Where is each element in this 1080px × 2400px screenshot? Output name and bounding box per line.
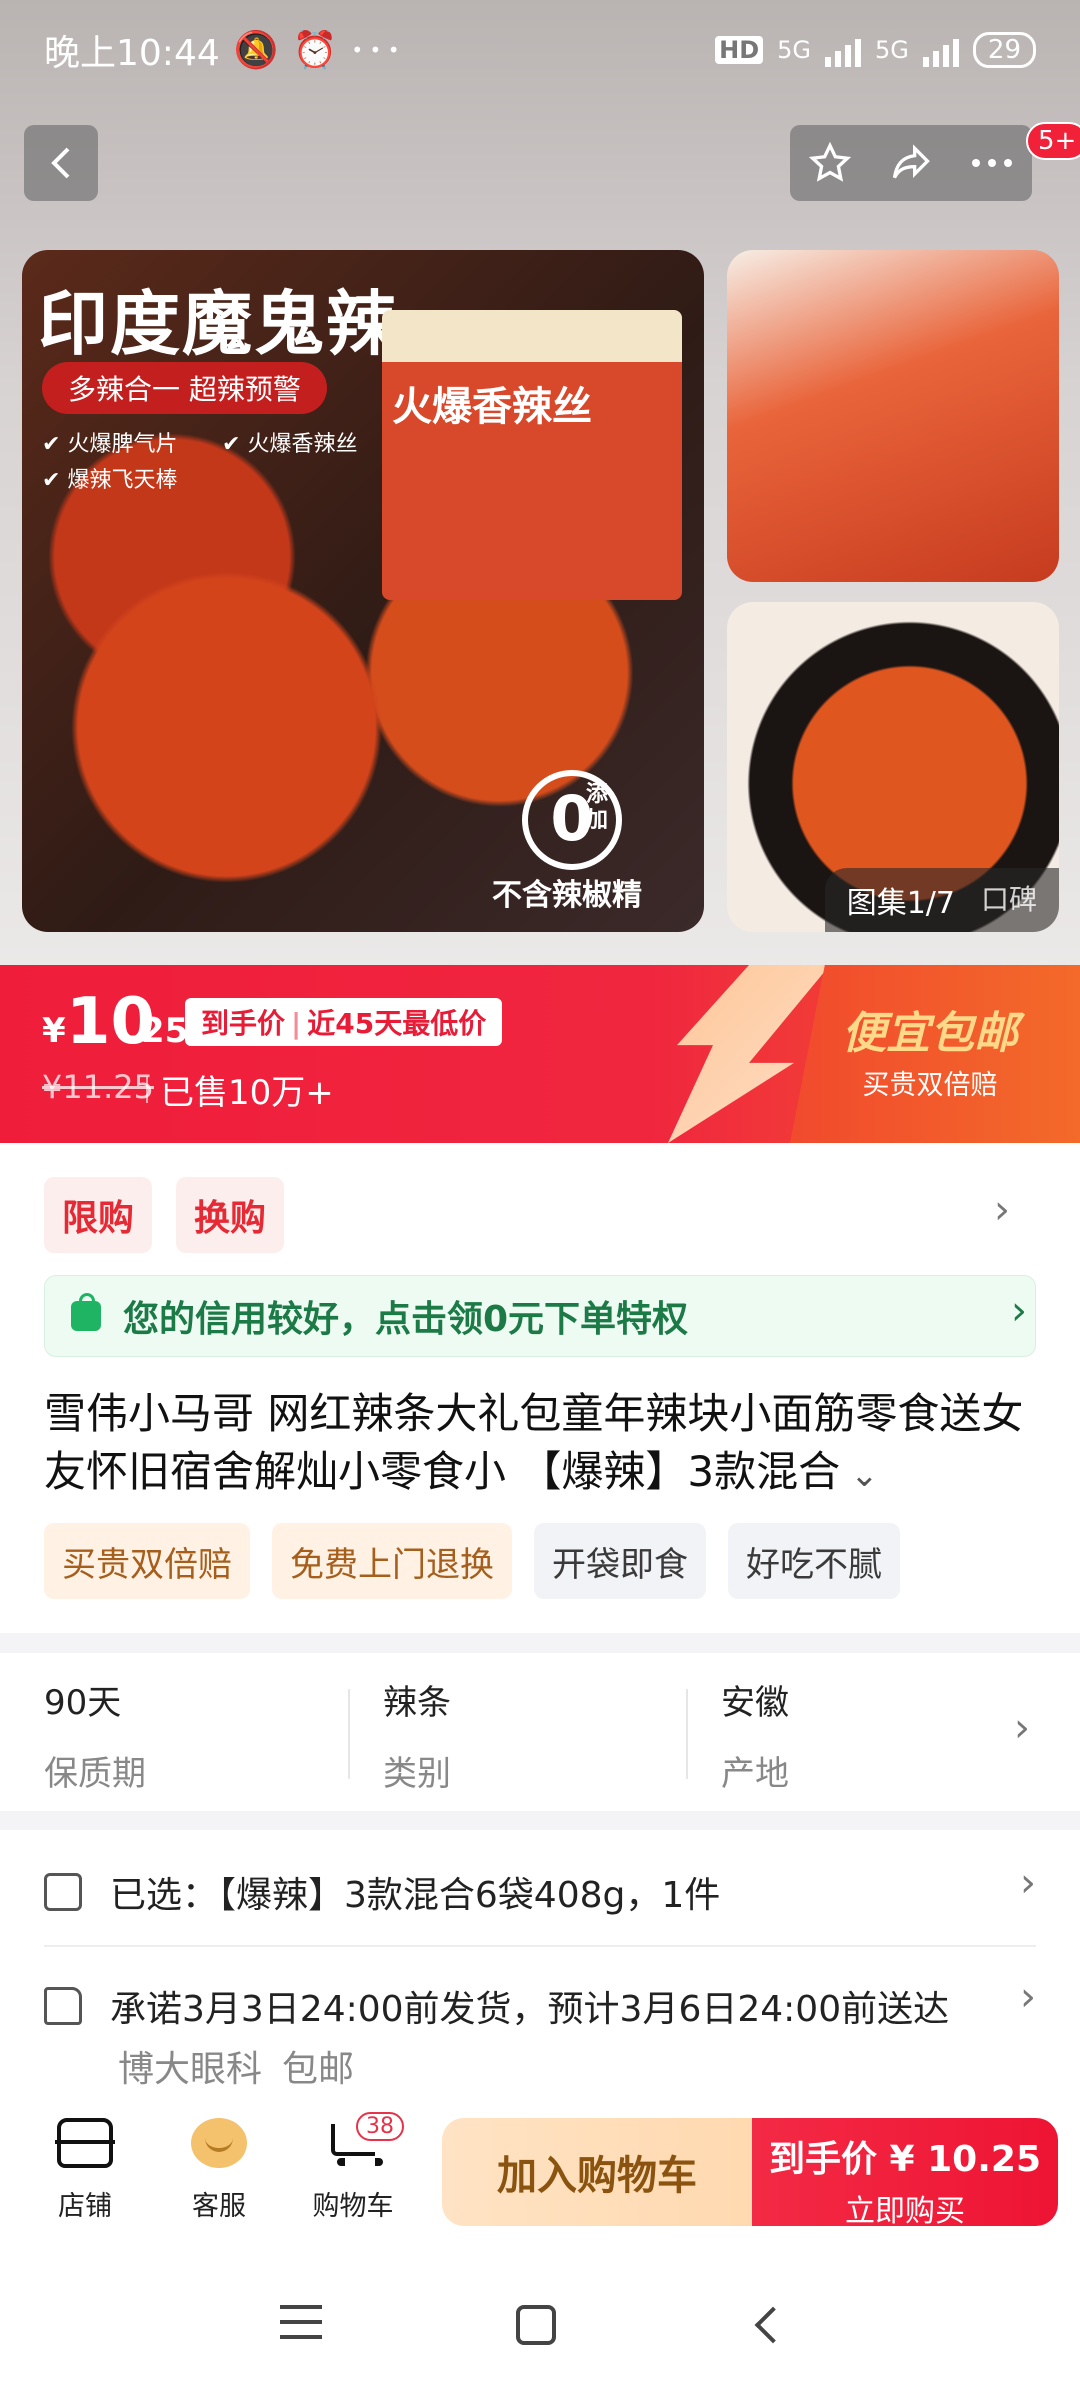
- price-decimal: .25: [128, 1011, 189, 1051]
- limit-purchase-chip[interactable]: 限购: [44, 1177, 153, 1253]
- image-title: 印度魔鬼辣: [38, 283, 398, 365]
- side-image-1[interactable]: [727, 250, 1059, 582]
- spec-category: 辣条 类别: [383, 1683, 451, 1794]
- status-bar: 晚上10:44 🔕 ⏰ • • • HD 5G 5G 29: [0, 0, 1080, 100]
- share-icon[interactable]: [888, 141, 934, 185]
- image-check-3: ✔ 爆辣飞天棒: [42, 468, 178, 493]
- side-image-2[interactable]: 图集1/7 口碑: [727, 602, 1059, 932]
- signal-icon-1: [825, 33, 862, 67]
- spec-origin: 安徽 产地: [721, 1683, 789, 1794]
- signal-icon-2: [922, 33, 959, 67]
- gallery-count: 图集1/7: [846, 886, 955, 921]
- image-check-1: ✔ 火爆脾气片: [42, 432, 178, 457]
- notification-dots-icon: • • •: [351, 38, 400, 62]
- price-currency: ¥: [42, 1011, 66, 1051]
- shopping-bag-icon: [71, 1293, 101, 1331]
- network-1: 5G: [777, 36, 812, 64]
- alarm-icon: ⏰: [292, 30, 338, 71]
- divider: [44, 1945, 1036, 1947]
- truck-icon: [44, 1987, 82, 2025]
- cheap-shipping-label: 便宜包邮: [842, 1008, 1018, 1059]
- zero-add-badge: 0 添加: [522, 770, 622, 870]
- spec-row[interactable]: 90天 保质期 辣条 类别 安徽 产地 ›: [0, 1653, 1080, 1811]
- store-name: 博大眼科: [118, 2049, 263, 2090]
- battery-icon: 29: [972, 32, 1036, 68]
- shipping-row[interactable]: 承诺3月3日24:00前发货，预计3月6日24:00前送达 ›: [44, 1974, 1036, 2032]
- image-pill: 多辣合一 超辣预警: [42, 362, 327, 414]
- free-shipping: 包邮: [282, 2049, 355, 2090]
- hd-icon: HD: [715, 36, 764, 64]
- selected-sku-text: 已选：【爆辣】3款混合6袋408g，1件: [110, 1875, 721, 1916]
- status-time: 晚上10:44: [44, 33, 220, 74]
- feature-tag: 开袋即食: [534, 1523, 706, 1599]
- selection-section: 已选：【爆辣】3款混合6袋408g，1件 › 承诺3月3日24:00前发货，预计…: [0, 1830, 1080, 2100]
- top-action-group: [790, 125, 1032, 201]
- original-price: ¥11.25: [42, 1068, 154, 1106]
- store-icon: [55, 2118, 115, 2168]
- main-product-image[interactable]: 印度魔鬼辣 多辣合一 超辣预警 ✔ 火爆脾气片 ✔ 火爆香辣丝 ✔ 爆辣飞天棒 …: [22, 250, 704, 932]
- chevron-right-icon: ›: [1020, 1860, 1036, 1906]
- favorite-star-icon[interactable]: [808, 141, 852, 185]
- spec-shelf-life: 90天 保质期: [44, 1683, 146, 1794]
- buy-price: 到手价 ¥ 10.25: [769, 2139, 1041, 2180]
- service-tag: 买贵双倍赔: [44, 1523, 250, 1599]
- menu-icon[interactable]: [280, 2305, 322, 2339]
- chevron-right-icon: ›: [1020, 1974, 1036, 2020]
- service-tag: 免费上门退换: [272, 1523, 512, 1599]
- mute-icon: 🔕: [233, 30, 279, 71]
- notification-badge: 5+: [1026, 122, 1080, 160]
- shipping-sub: 博大眼科 包邮: [118, 2040, 354, 2092]
- double-compensation-label: 买贵双倍赔: [862, 1070, 998, 1101]
- product-info-card: 限购 换购 › 您的信用较好，点击领0元下单特权 › 雪伟小马哥 网红辣条大礼包…: [0, 1143, 1080, 1633]
- no-chili-label: 不含辣椒精: [492, 878, 642, 913]
- buy-now-button[interactable]: 到手价 ¥ 10.25 立即购买: [752, 2118, 1058, 2229]
- chevron-right-icon[interactable]: ›: [994, 1187, 1010, 1233]
- chevron-left-icon: [51, 147, 70, 179]
- network-2: 5G: [875, 36, 909, 64]
- bottom-action-bar: 店铺 客服 购物车 38 加入购物车 到手价 ¥ 10.25 立即购买: [0, 2100, 1080, 2250]
- gallery-indicator[interactable]: 图集1/7 口碑: [824, 868, 1059, 932]
- image-check-2: ✔ 火爆香辣丝: [222, 432, 358, 457]
- service-button[interactable]: 客服: [164, 2118, 274, 2223]
- package-text: 火爆香辣丝: [392, 384, 592, 430]
- exchange-purchase-chip[interactable]: 换购: [176, 1177, 285, 1253]
- chevron-down-icon[interactable]: ⌄: [850, 1455, 879, 1495]
- back-button[interactable]: [24, 125, 98, 201]
- service-label: 客服: [192, 2191, 246, 2222]
- home-icon[interactable]: [516, 2305, 556, 2345]
- checklist-icon: [44, 1873, 82, 1911]
- divider: [686, 1689, 688, 1779]
- package-image: 火爆香辣丝: [382, 310, 682, 600]
- cart-label: 购物车: [312, 2191, 394, 2222]
- sold-count: 已售10万+: [146, 1065, 334, 1114]
- credit-banner[interactable]: 您的信用较好，点击领0元下单特权 ›: [44, 1275, 1036, 1357]
- chevron-right-icon: ›: [1011, 1288, 1027, 1334]
- selected-sku-row[interactable]: 已选：【爆辣】3款混合6袋408g，1件 ›: [44, 1860, 1036, 1918]
- gallery-reviews[interactable]: 口碑: [981, 878, 1037, 922]
- credit-text: 您的信用较好，点击领0元下单特权: [123, 1299, 689, 1340]
- more-icon[interactable]: [970, 157, 1014, 169]
- store-label: 店铺: [58, 2191, 112, 2222]
- system-nav-bar: [0, 2250, 1080, 2400]
- price-banner: ¥ 10 .25 到手价 | 近45天最低价 ¥11.25 已售10万+ 便宜包邮 …: [0, 965, 1080, 1143]
- store-button[interactable]: 店铺: [30, 2118, 140, 2223]
- buy-now-label: 立即购买: [845, 2194, 965, 2229]
- product-title[interactable]: 雪伟小马哥 网红辣条大礼包童年辣块小面筋零食送女友怀旧宿舍解灿小零食小 【爆辣】…: [44, 1385, 1044, 1504]
- divider: [348, 1689, 350, 1779]
- shipping-text: 承诺3月3日24:00前发货，预计3月6日24:00前送达: [110, 1989, 950, 2030]
- service-tags: 买贵双倍赔 免费上门退换 开袋即食 好吃不腻: [44, 1523, 900, 1599]
- customer-service-icon: [191, 2118, 247, 2168]
- cart-count-badge: 38: [356, 2112, 404, 2141]
- feature-tag: 好吃不腻: [728, 1523, 900, 1599]
- price-tag: 到手价 | 近45天最低价: [185, 998, 503, 1046]
- add-to-cart-button[interactable]: 加入购物车: [442, 2118, 752, 2226]
- back-nav-icon[interactable]: [754, 2306, 792, 2344]
- chevron-right-icon[interactable]: ›: [1014, 1705, 1030, 1751]
